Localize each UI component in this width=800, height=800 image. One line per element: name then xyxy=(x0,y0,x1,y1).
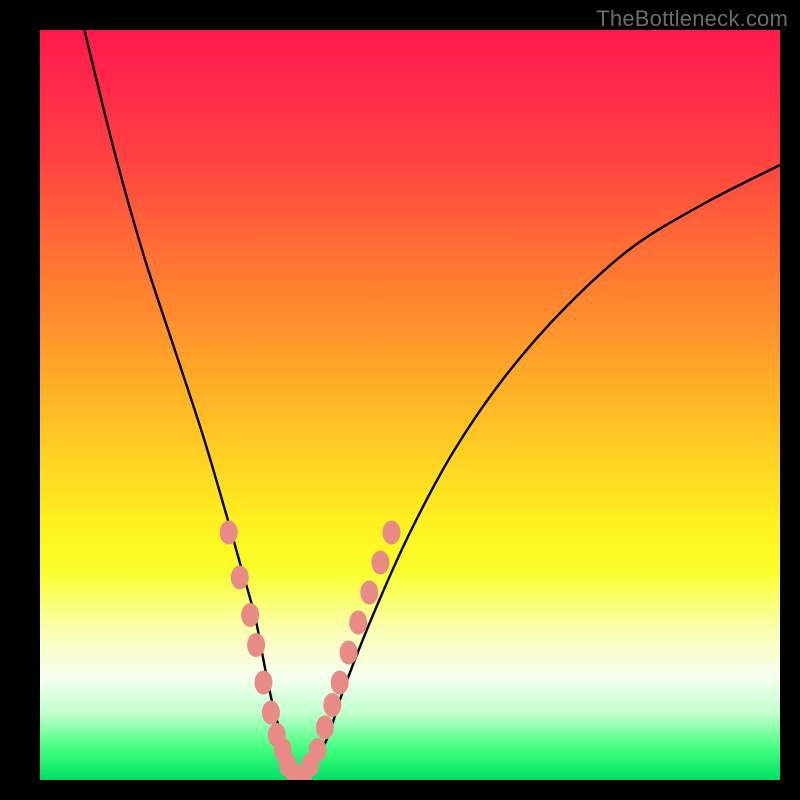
chart-svg xyxy=(40,30,780,780)
curve-marker xyxy=(254,671,272,695)
curve-marker xyxy=(247,633,265,657)
curve-marker xyxy=(349,611,367,635)
curve-marker xyxy=(383,521,401,545)
chart-frame: TheBottleneck.com xyxy=(0,0,800,800)
curve-marker xyxy=(331,671,349,695)
curve-marker xyxy=(371,551,389,575)
curve-marker xyxy=(360,581,378,605)
curve-marker xyxy=(262,701,280,725)
curve-marker xyxy=(340,641,358,665)
curve-marker xyxy=(241,603,259,627)
watermark-text: TheBottleneck.com xyxy=(596,6,788,32)
bottleneck-curve xyxy=(84,30,780,780)
curve-salmon-dots xyxy=(220,521,401,781)
curve-marker xyxy=(323,693,341,717)
curve-marker xyxy=(231,566,249,590)
curve-marker xyxy=(316,716,334,740)
chart-plot-area xyxy=(40,30,780,780)
curve-marker xyxy=(220,521,238,545)
curve-marker xyxy=(309,738,327,762)
